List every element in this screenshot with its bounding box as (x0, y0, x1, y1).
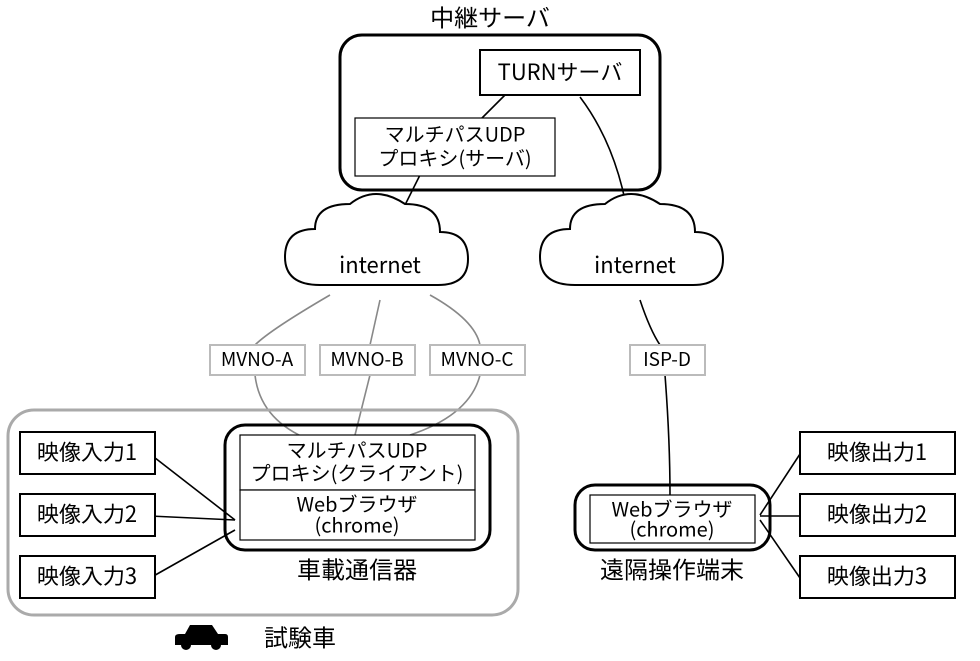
cloud-internet-left-label: internet (339, 248, 421, 280)
edge-internet-isp (640, 300, 660, 345)
isp-d-label: ISP-D (643, 345, 691, 372)
video-out-2-label: 映像出力2 (827, 497, 927, 529)
edge-internet-mvno-c (430, 295, 480, 345)
mvno-c-label: MVNO-C (441, 345, 514, 372)
edge-internet-mvno-b (370, 300, 380, 345)
mvno-a-label: MVNO-A (221, 345, 294, 372)
onboard-label: 車載通信器 (297, 551, 417, 586)
relay-server-title: 中継サーバ (430, 0, 550, 34)
video-in-2-label: 映像入力2 (37, 497, 137, 529)
mvno-b-box: MVNO-B (320, 345, 415, 375)
edge-browser-vout1 (760, 454, 800, 515)
cloud-internet-left: internet (285, 194, 468, 285)
mvno-b-label: MVNO-B (330, 345, 403, 372)
edge-vin3-browser (150, 530, 235, 578)
video-out-3-label: 映像出力3 (827, 559, 927, 591)
edge-mvno-a-client (255, 375, 310, 440)
isp-d-box: ISP-D (630, 345, 705, 375)
web-browser-left-l2: (chrome) (314, 509, 399, 538)
edge-turn-mpudp (480, 95, 505, 120)
remote-label: 遠隔操作端末 (600, 551, 744, 586)
edge-browser-vout3 (760, 520, 800, 578)
mpudp-server-l2: プロキシ(サーバ) (378, 142, 531, 171)
car-icon (175, 625, 228, 650)
test-car-label: 試験車 (264, 619, 336, 654)
web-browser-right-l2: (chrome) (629, 513, 714, 542)
video-in-3-label: 映像入力3 (37, 559, 137, 591)
edge-vin1-browser (150, 454, 235, 520)
mvno-a-box: MVNO-A (210, 345, 305, 375)
edge-isp-browser (665, 375, 670, 495)
network-diagram: internet internet 中継サーバ TURNサーバ マルチパスUDP… (0, 0, 980, 661)
mvno-c-box: MVNO-C (430, 345, 525, 375)
cloud-internet-right-label: internet (594, 248, 676, 280)
cloud-internet-right: internet (540, 194, 723, 285)
video-out-1-label: 映像出力1 (827, 435, 927, 467)
turn-server-label: TURNサーバ (498, 55, 623, 87)
edge-internet-mvno-a (255, 295, 330, 345)
edge-vin2-browser (150, 516, 235, 520)
mpudp-client-l2: プロキシ(クライアント) (251, 457, 464, 486)
video-in-1-label: 映像入力1 (37, 435, 137, 467)
